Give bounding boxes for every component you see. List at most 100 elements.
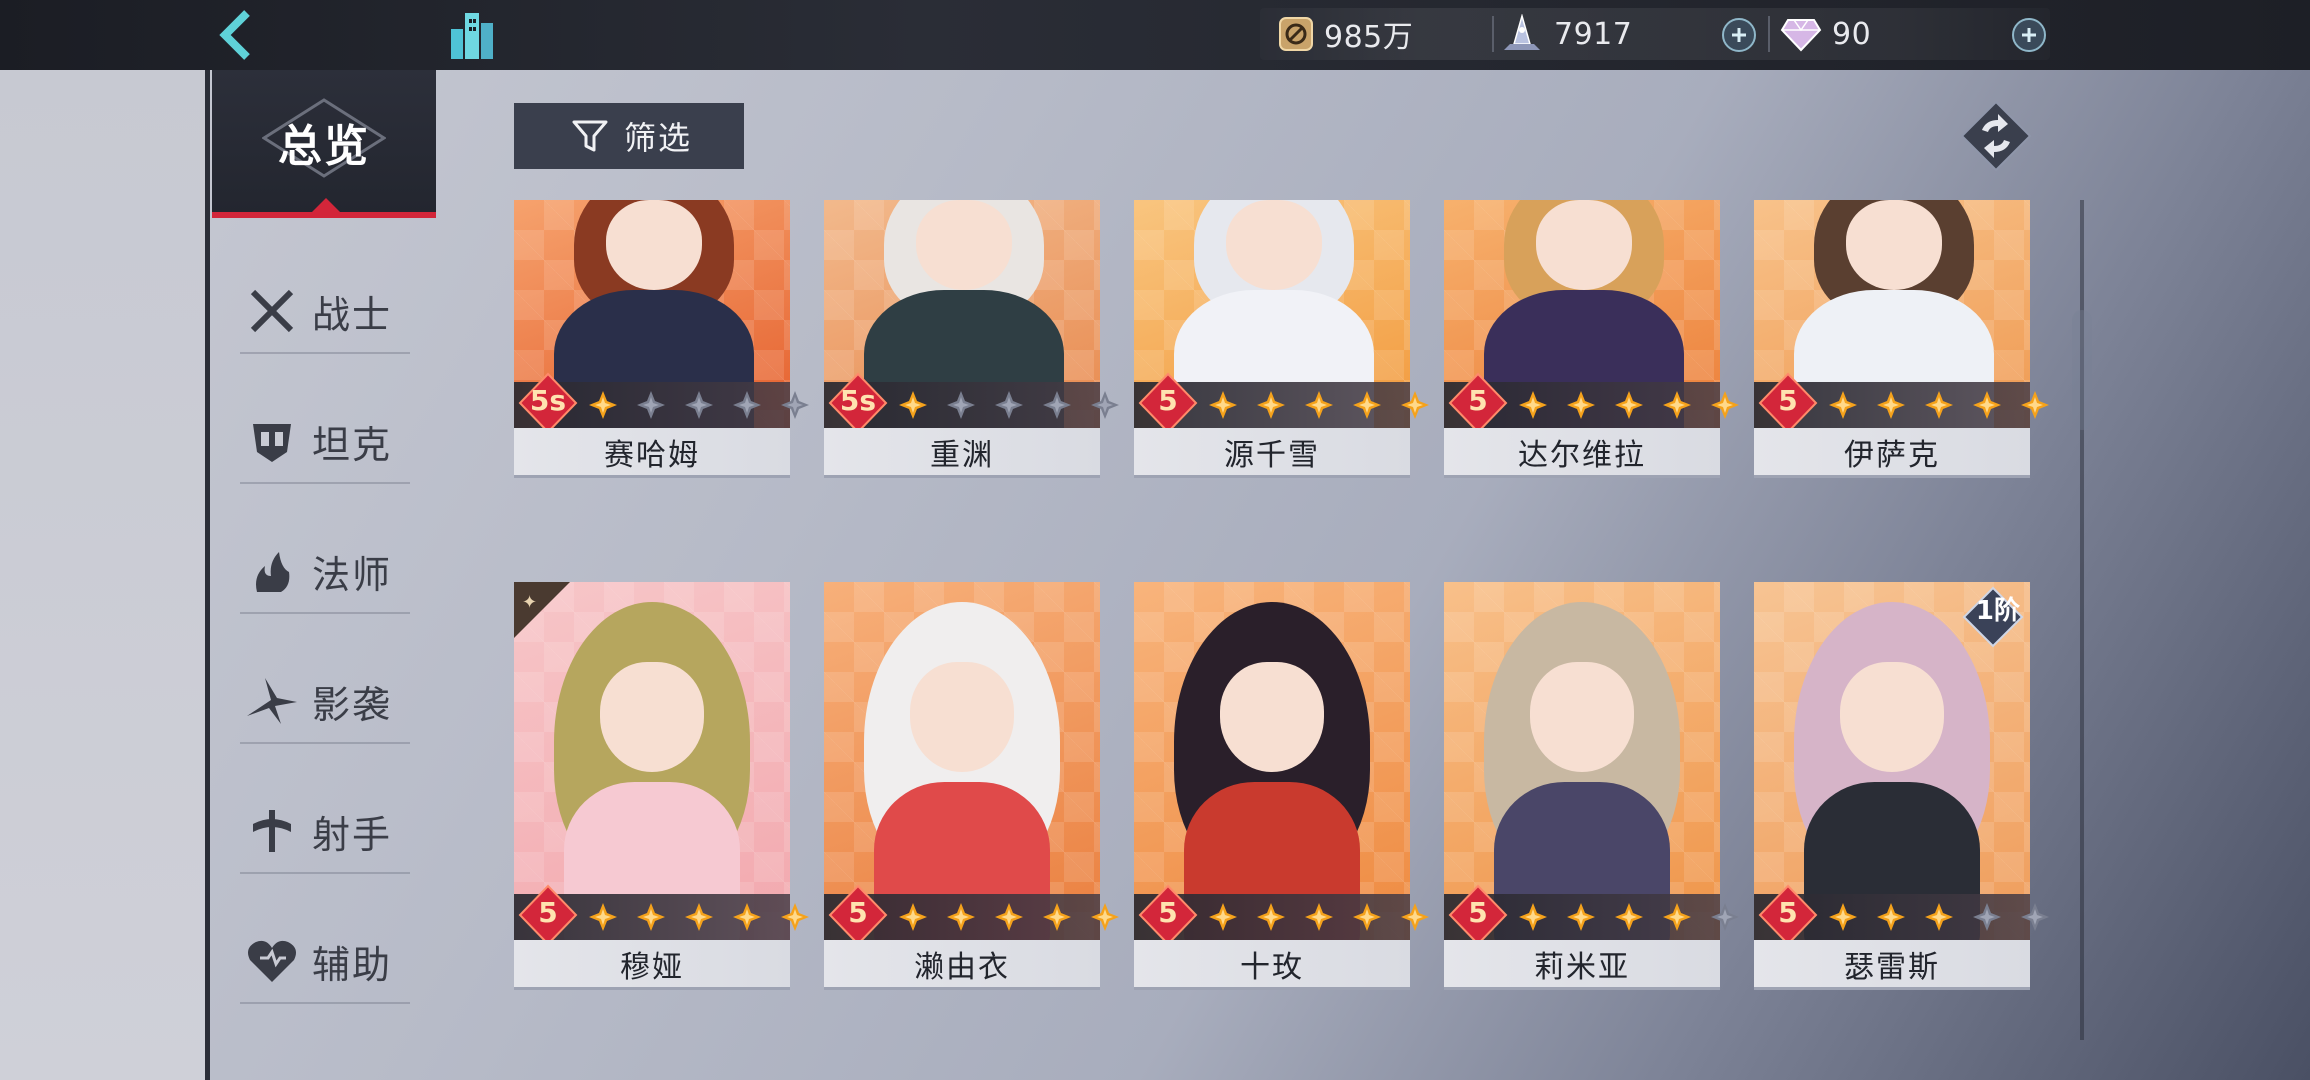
rank-strip: 5s <box>514 372 809 434</box>
rank-strip: 5 <box>514 884 809 946</box>
character-card[interactable]: 5 十玫 <box>1134 582 1429 1027</box>
left-margin-panel <box>0 70 208 1080</box>
star-empty-icon <box>1972 902 2002 932</box>
category-support[interactable]: 辅助 <box>240 920 410 1004</box>
home-button[interactable] <box>440 3 506 67</box>
crossed-swords-icon <box>244 283 300 339</box>
star-empty-icon <box>732 390 762 420</box>
rank-strip: 5 <box>824 884 1119 946</box>
category-warrior[interactable]: 战士 <box>240 270 410 354</box>
star-rating <box>588 390 810 420</box>
star-filled-icon <box>1828 902 1858 932</box>
star-filled-icon <box>946 902 976 932</box>
category-label: 影袭 <box>312 682 393 727</box>
star-filled-icon <box>684 902 714 932</box>
character-card[interactable]: 1阶 5 瑟雷斯 <box>1754 582 2049 1027</box>
star-empty-icon <box>1042 390 1072 420</box>
star-empty-icon <box>1090 390 1120 420</box>
star-filled-icon <box>588 390 618 420</box>
category-marksman[interactable]: 射手 <box>240 790 410 874</box>
star-rating <box>588 902 810 932</box>
star-filled-icon <box>1566 390 1596 420</box>
category-label: 辅助 <box>312 942 393 987</box>
character-card[interactable]: 5s 重渊 <box>824 200 1119 525</box>
rank-strip: 5s <box>824 372 1119 434</box>
divider <box>1768 16 1770 52</box>
character-card[interactable]: 5 濑由衣 <box>824 582 1119 1027</box>
back-button[interactable] <box>205 5 265 65</box>
resource-bar: 985万 7917 90 <box>1260 8 2050 60</box>
character-card[interactable]: 5 源千雪 <box>1134 200 1429 525</box>
category-tank[interactable]: 坦克 <box>240 400 410 484</box>
rank-label: 5 <box>538 896 558 929</box>
star-filled-icon <box>1662 902 1692 932</box>
category-mage[interactable]: 法师 <box>240 530 410 614</box>
star-filled-icon <box>1042 902 1072 932</box>
star-rating <box>1828 390 2050 420</box>
face-shape <box>916 200 1012 290</box>
character-card[interactable]: 5 达尔维拉 <box>1444 200 1739 525</box>
character-name: 濑由衣 <box>914 949 1010 985</box>
filter-label: 筛选 <box>624 119 693 157</box>
overview-label: 总览 <box>278 121 370 172</box>
star-filled-icon <box>1614 390 1644 420</box>
crystal-tower-icon <box>1504 14 1540 50</box>
name-plate: 重渊 <box>824 428 1100 478</box>
face-shape <box>1220 662 1324 772</box>
name-plate: 赛哈姆 <box>514 428 790 478</box>
category-label: 法师 <box>312 552 393 597</box>
star-filled-icon <box>1710 390 1740 420</box>
character-name: 伊萨克 <box>1844 437 1940 473</box>
star-empty-icon <box>994 390 1024 420</box>
character-name: 重渊 <box>930 437 994 473</box>
star-filled-icon <box>780 902 810 932</box>
star-filled-icon <box>1352 390 1382 420</box>
character-card[interactable]: 5 莉米亚 <box>1444 582 1739 1027</box>
face-shape <box>910 662 1014 772</box>
rank-label: 5 <box>1468 896 1488 929</box>
character-card[interactable]: ✦ 5 穆娅 <box>514 582 809 1027</box>
star-empty-icon <box>636 390 666 420</box>
star-rating <box>1518 390 1740 420</box>
category-label: 战士 <box>312 292 393 337</box>
refresh-button[interactable] <box>1960 100 2032 172</box>
stamina-resource: 7917 <box>1500 8 1632 60</box>
filter-button[interactable]: 筛选 <box>514 103 744 169</box>
name-plate: 濑由衣 <box>824 940 1100 990</box>
name-plate: 莉米亚 <box>1444 940 1720 990</box>
character-card[interactable]: 5 伊萨克 <box>1754 200 2049 525</box>
city-buildings-icon <box>451 13 493 59</box>
category-label: 坦克 <box>312 422 393 467</box>
gold-resource: 985万 <box>1278 8 1413 60</box>
star-empty-icon <box>1710 902 1740 932</box>
name-plate: 瑟雷斯 <box>1754 940 2030 990</box>
name-plate: 十玫 <box>1134 940 1410 990</box>
star-filled-icon <box>588 902 618 932</box>
category-assassin[interactable]: 影袭 <box>240 660 410 744</box>
back-arrow-icon <box>219 10 250 60</box>
star-filled-icon <box>2020 390 2050 420</box>
character-card[interactable]: 5s 赛哈姆 <box>514 200 809 525</box>
crosshair-icon <box>244 803 300 859</box>
rank-strip: 5 <box>1444 884 1739 946</box>
scrollbar-thumb[interactable] <box>2072 310 2092 430</box>
star-filled-icon <box>1876 390 1906 420</box>
star-rating <box>898 390 1120 420</box>
star-filled-icon <box>1208 390 1238 420</box>
rank-strip: 5 <box>1754 884 2049 946</box>
star-filled-icon <box>1208 902 1238 932</box>
star-filled-icon <box>1518 390 1548 420</box>
star-filled-icon <box>1352 902 1382 932</box>
star-filled-icon <box>1614 902 1644 932</box>
star-filled-icon <box>898 902 928 932</box>
rank-label: 5 <box>1468 384 1488 417</box>
rank-label: 5 <box>1778 384 1798 417</box>
add-gems-button[interactable] <box>2012 18 2046 52</box>
face-shape <box>1226 200 1322 290</box>
category-label: 射手 <box>312 812 393 857</box>
star-rating <box>1208 902 1430 932</box>
tab-overview[interactable]: 总览 <box>212 70 436 218</box>
add-stamina-button[interactable] <box>1722 18 1756 52</box>
face-shape <box>1530 662 1634 772</box>
rank-strip: 5 <box>1444 372 1739 434</box>
